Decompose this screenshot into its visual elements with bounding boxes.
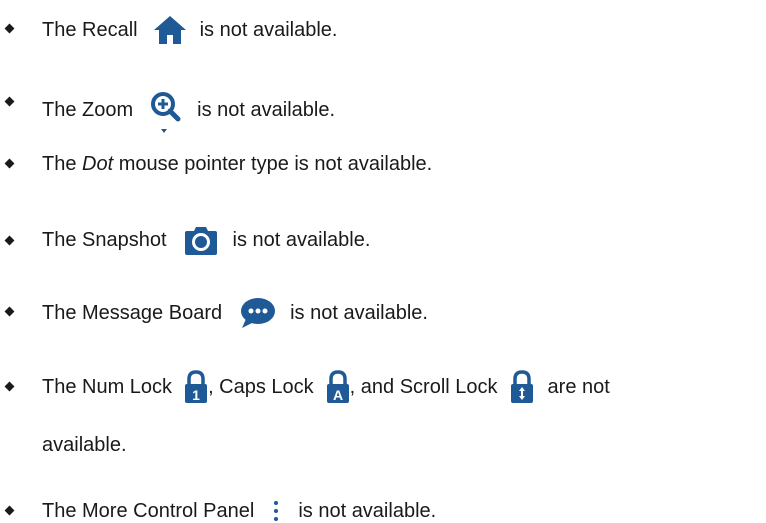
item-text: The Zoom [42, 99, 134, 121]
home-icon [152, 14, 188, 46]
item-text: The More Control Panel [42, 500, 255, 522]
camera-icon [183, 224, 219, 256]
item-text: is not available. [197, 99, 336, 121]
num-lock-icon: 1 [184, 370, 208, 404]
item-text: , Caps Lock [208, 376, 314, 398]
item-text: is not available. [298, 500, 437, 522]
item-text: , and Scroll Lock [349, 376, 498, 398]
item-emphasis: Dot [82, 153, 114, 175]
item-text: The Snapshot [42, 229, 167, 251]
chat-bubble-icon [238, 296, 276, 330]
svg-text:A: A [333, 387, 343, 403]
item-text: available. [42, 434, 127, 456]
bullet [4, 23, 15, 34]
item-text: is not available. [290, 302, 428, 324]
item-text: The Message Board [42, 302, 223, 324]
svg-text:1: 1 [192, 387, 200, 403]
item-text: mouse pointer type is not available. [113, 153, 433, 175]
bullet [4, 505, 15, 516]
caps-lock-icon: A [326, 370, 350, 404]
bullet [4, 158, 15, 169]
bullet [4, 306, 15, 317]
item-text: The Num Lock [42, 376, 173, 398]
scroll-lock-icon [510, 370, 534, 404]
bullet [4, 235, 15, 246]
bullet [4, 381, 15, 392]
zoom-in-icon [149, 91, 185, 137]
bullet [4, 96, 15, 107]
more-vertical-icon [272, 500, 280, 522]
item-text: are not [547, 376, 610, 398]
item-text: is not available. [199, 19, 338, 41]
item-text: The [42, 153, 83, 175]
item-text: is not available. [232, 229, 371, 251]
item-text: The Recall [42, 19, 138, 41]
